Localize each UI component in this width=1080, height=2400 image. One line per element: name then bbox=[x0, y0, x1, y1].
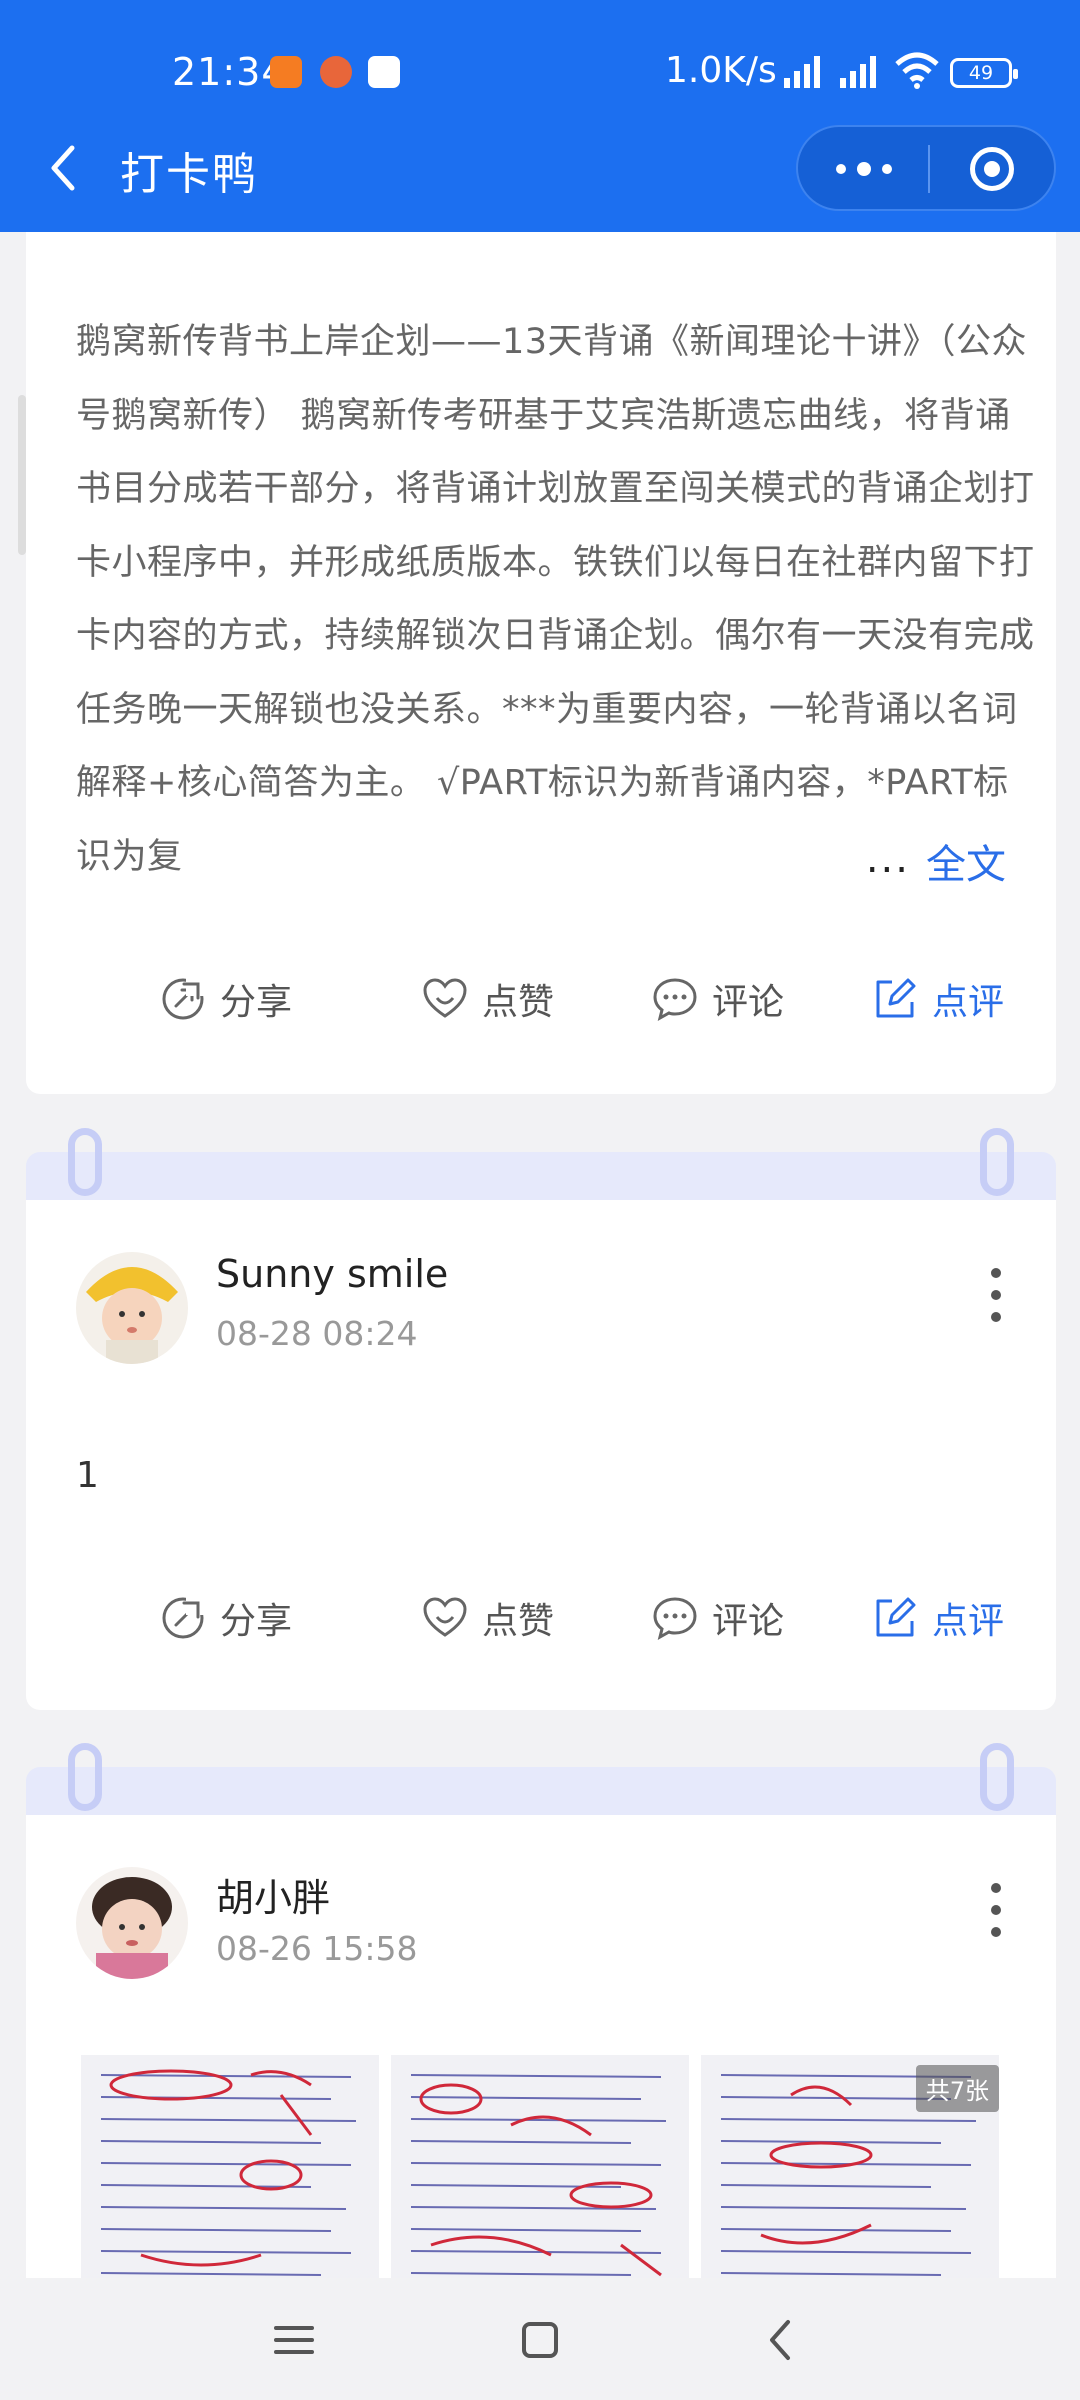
post-date: 08-26 15:58 bbox=[216, 1929, 418, 1968]
capsule-divider bbox=[928, 145, 930, 193]
binder-ring bbox=[980, 1128, 1014, 1196]
comment-icon bbox=[653, 978, 697, 1021]
post-card: Sunny smile 08-28 08:24 1 分享 点赞 评论 点评 bbox=[26, 1200, 1056, 1710]
wifi-icon bbox=[895, 52, 939, 89]
description-card: 鹅窝新传背书上岸企划——13天背诵《新闻理论十讲》（公众号鹅窝新传） 鹅窝新传考… bbox=[26, 232, 1056, 1094]
like-label: 点赞 bbox=[482, 982, 555, 1023]
image-count-badge: 共7张 bbox=[915, 2065, 999, 2112]
top-bar: 21:34 1.0K/s 49 打卡鸭 bbox=[0, 0, 1080, 232]
scroll-indicator bbox=[18, 395, 26, 555]
more-options-icon[interactable] bbox=[986, 1268, 1006, 1328]
binder-ring bbox=[68, 1743, 102, 1811]
binder-ring bbox=[980, 1743, 1014, 1811]
action-bar: 分享 点赞 评论 点评 bbox=[26, 1578, 1056, 1658]
close-icon[interactable] bbox=[970, 147, 1014, 191]
username[interactable]: Sunny smile bbox=[216, 1252, 448, 1296]
more-icon[interactable] bbox=[798, 127, 926, 209]
post-text: 1 bbox=[76, 1455, 99, 1496]
comment-icon bbox=[653, 1597, 697, 1640]
review-button[interactable]: 点评 bbox=[872, 1578, 1004, 1658]
share-icon bbox=[162, 976, 206, 1020]
comment-button[interactable]: 评论 bbox=[652, 1578, 784, 1658]
share-label: 分享 bbox=[220, 1601, 293, 1642]
comment-label: 评论 bbox=[712, 982, 785, 1023]
description-text: 鹅窝新传背书上岸企划——13天背诵《新闻理论十讲》（公众号鹅窝新传） 鹅窝新传考… bbox=[76, 322, 1035, 877]
app-notification-icon bbox=[368, 56, 400, 88]
review-label: 点评 bbox=[932, 982, 1005, 1023]
system-nav-bar bbox=[0, 2278, 1080, 2400]
signal-icon bbox=[840, 56, 876, 88]
hand-app-icon bbox=[270, 56, 302, 88]
menu-icon[interactable] bbox=[262, 2308, 326, 2372]
back-icon[interactable] bbox=[40, 138, 90, 198]
card-header-strip bbox=[26, 1152, 1056, 1202]
post-date: 08-28 08:24 bbox=[216, 1314, 418, 1353]
avatar[interactable] bbox=[76, 1867, 188, 1979]
home-icon[interactable] bbox=[508, 2308, 572, 2372]
share-icon bbox=[162, 1595, 206, 1639]
battery-indicator: 49 bbox=[950, 58, 1018, 88]
fox-app-icon bbox=[320, 56, 352, 88]
username[interactable]: 胡小胖 bbox=[216, 1867, 330, 1922]
post-card: 胡小胖 08-26 15:58 共7张 bbox=[26, 1815, 1056, 2295]
review-button[interactable]: 点评 bbox=[872, 959, 1004, 1039]
card-header-strip bbox=[26, 1767, 1056, 1817]
signal-icon bbox=[784, 56, 820, 88]
share-label: 分享 bbox=[220, 982, 293, 1023]
action-bar: 分享 点赞 评论 点评 bbox=[26, 959, 1056, 1039]
review-icon bbox=[876, 1597, 916, 1637]
mini-program-capsule bbox=[796, 125, 1056, 211]
like-label: 点赞 bbox=[482, 1601, 555, 1642]
comment-button[interactable]: 评论 bbox=[652, 959, 784, 1039]
like-button[interactable]: 点赞 bbox=[422, 959, 554, 1039]
more-options-icon[interactable] bbox=[986, 1883, 1006, 1943]
like-icon bbox=[423, 978, 467, 1018]
post-image[interactable] bbox=[81, 2055, 379, 2295]
full-text-link[interactable]: 全文 bbox=[926, 832, 1006, 890]
binder-ring bbox=[68, 1128, 102, 1196]
back-nav-icon[interactable] bbox=[750, 2308, 814, 2372]
post-image[interactable] bbox=[391, 2055, 689, 2295]
post-image[interactable]: 共7张 bbox=[701, 2055, 999, 2295]
review-label: 点评 bbox=[932, 1601, 1005, 1642]
review-icon bbox=[876, 978, 916, 1018]
share-button[interactable]: 分享 bbox=[160, 1578, 292, 1658]
like-icon bbox=[423, 1597, 467, 1637]
page-title: 打卡鸭 bbox=[120, 149, 258, 200]
share-button[interactable]: 分享 bbox=[160, 959, 292, 1039]
comment-label: 评论 bbox=[712, 1601, 785, 1642]
network-speed: 1.0K/s bbox=[665, 50, 777, 91]
image-grid: 共7张 bbox=[81, 2055, 1001, 2295]
avatar[interactable] bbox=[76, 1252, 188, 1364]
like-button[interactable]: 点赞 bbox=[422, 1578, 554, 1658]
ellipsis: ... bbox=[865, 836, 910, 882]
